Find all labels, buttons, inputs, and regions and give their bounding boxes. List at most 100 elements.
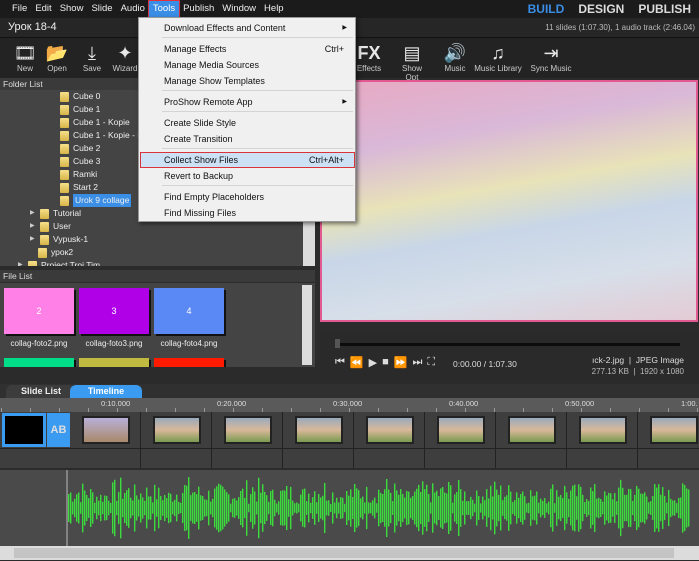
folder-item[interactable]: Cube 1 xyxy=(60,103,100,116)
menu-audio[interactable]: Audio xyxy=(117,1,149,17)
folder-item[interactable]: Cube 2 xyxy=(60,142,100,155)
slide-selected[interactable] xyxy=(2,413,46,447)
slide-thumbnail[interactable] xyxy=(508,416,556,444)
menu-item-create-slide-style[interactable]: Create Slide Style xyxy=(164,116,352,131)
file-thumbnail[interactable]: 4 xyxy=(154,288,224,334)
file-thumbnail[interactable]: 2 xyxy=(4,288,74,334)
show-opt-button[interactable]: ▤ Show Opt xyxy=(395,42,429,82)
file-thumbnail[interactable]: 3 xyxy=(79,288,149,334)
waveform-bar xyxy=(358,490,360,526)
slide-thumbnail[interactable] xyxy=(366,416,414,444)
fullscreen-icon[interactable]: ⛶ xyxy=(427,356,435,369)
waveform-bar xyxy=(164,494,166,522)
folder-item[interactable]: ▶ User xyxy=(30,220,71,233)
folder-item[interactable]: Cube 0 xyxy=(60,90,100,103)
mode-design[interactable]: DESIGN xyxy=(578,2,624,16)
music-button[interactable]: 🔊 Music xyxy=(438,42,472,73)
tab-timeline[interactable]: Timeline xyxy=(70,385,142,398)
new-button[interactable]: 🎞 New xyxy=(8,42,42,73)
waveform-bar xyxy=(274,499,276,517)
mode-build[interactable]: BUILD xyxy=(528,2,565,16)
waveform-bar xyxy=(554,503,556,513)
file-thumbnail[interactable] xyxy=(4,358,74,367)
rewind-icon[interactable]: ⏪ xyxy=(350,356,364,369)
timeline-ruler[interactable]: 0:10.000 0:20.000 0:30.000 0:40.000 0:50.000… xyxy=(0,398,699,412)
last-icon[interactable]: ⏭ xyxy=(412,356,422,369)
slide-thumbnail[interactable] xyxy=(650,416,698,444)
slide-preview[interactable] xyxy=(320,80,698,322)
waveform-bar xyxy=(566,492,568,524)
waveform-bar xyxy=(538,502,540,514)
first-icon[interactable]: ⏮ xyxy=(335,356,345,369)
expand-arrow-icon[interactable]: ▶ xyxy=(30,207,36,220)
sync-music-button[interactable]: ⇥ Sync Music xyxy=(525,42,577,73)
file-scrollbar[interactable] xyxy=(302,285,312,365)
waveform-bar xyxy=(610,493,612,523)
effects-button[interactable]: FX Effects xyxy=(352,42,386,73)
menu-item-proshow-remote-app[interactable]: ProShow Remote App ▶ xyxy=(164,95,352,110)
folder-item[interactable]: ▶ Vypusk-1 xyxy=(30,233,88,246)
wizard-button[interactable]: ✦ Wizard xyxy=(108,42,142,73)
folder-item[interactable]: Cube 1 - Kopie xyxy=(60,116,130,129)
menu-window[interactable]: Window xyxy=(218,1,260,17)
menu-item-find-empty-placeholders[interactable]: Find Empty Placeholders xyxy=(164,190,352,205)
folder-item[interactable]: Urok 9 collage xyxy=(60,194,132,207)
mode-publish[interactable]: PUBLISH xyxy=(638,2,691,16)
slide-thumbnail[interactable] xyxy=(579,416,627,444)
folder-item[interactable]: ▶ Project Troi Tim xyxy=(18,259,100,266)
folder-item[interactable]: ▶ Tutorial xyxy=(30,207,81,220)
audio-track[interactable] xyxy=(0,470,699,546)
slide-thumbnail[interactable] xyxy=(224,416,272,444)
music-library-button[interactable]: ♫ Music Library xyxy=(472,42,524,73)
save-button[interactable]: ⤓ Save xyxy=(75,42,109,73)
open-button[interactable]: 📂 Open xyxy=(40,42,74,73)
menu-item-create-transition[interactable]: Create Transition xyxy=(164,132,352,147)
seek-handle[interactable] xyxy=(335,339,340,348)
menu-item-manage-show-templates[interactable]: Manage Show Templates xyxy=(164,74,352,89)
menu-item-revert-to-backup[interactable]: Revert to Backup xyxy=(164,169,352,184)
slide-thumbnail[interactable] xyxy=(153,416,201,444)
expand-arrow-icon[interactable]: ▶ xyxy=(18,259,24,266)
menu-edit[interactable]: Edit xyxy=(31,1,55,17)
stop-icon[interactable]: ■ xyxy=(382,356,389,369)
menu-publish[interactable]: Publish xyxy=(179,1,218,17)
waveform-bar xyxy=(144,500,146,516)
expand-arrow-icon[interactable]: ▶ xyxy=(30,220,36,233)
menu-item-manage-media-sources[interactable]: Manage Media Sources xyxy=(164,58,352,73)
waveform-bar xyxy=(232,498,234,518)
expand-arrow-icon[interactable]: ▶ xyxy=(30,233,36,246)
waveform-bar xyxy=(316,502,318,514)
menu-item-find-missing-files[interactable]: Find Missing Files xyxy=(164,206,352,221)
waveform-bar xyxy=(672,500,674,516)
scroll-thumb[interactable] xyxy=(14,548,674,558)
transition-icon[interactable]: AB xyxy=(47,413,70,447)
slide-thumbnail[interactable] xyxy=(295,416,343,444)
slide-thumbnail[interactable] xyxy=(82,416,130,444)
tab-slide-list[interactable]: Slide List xyxy=(6,385,76,398)
forward-icon[interactable]: ⏩ xyxy=(394,356,408,369)
file-thumbnail[interactable] xyxy=(154,358,224,367)
menu-slide[interactable]: Slide xyxy=(87,1,116,17)
waveform-bar xyxy=(664,495,666,521)
waveform-bar xyxy=(68,494,70,522)
waveform-bar xyxy=(348,495,350,521)
menu-tools[interactable]: Tools xyxy=(147,0,181,18)
menu-help[interactable]: Help xyxy=(260,1,288,17)
play-icon[interactable]: ▶ xyxy=(369,356,377,369)
menu-item-download-effects-and-content[interactable]: Download Effects and Content ▶ xyxy=(164,21,352,36)
horizontal-scrollbar[interactable] xyxy=(0,546,699,560)
folder-item[interactable]: Cube 1 - Kopie - K xyxy=(60,129,143,142)
folder-item[interactable]: Start 2 xyxy=(60,181,98,194)
folder-item[interactable]: Cube 3 xyxy=(60,155,100,168)
seek-bar[interactable] xyxy=(335,343,680,346)
waveform-bar xyxy=(388,489,390,527)
menu-item-collect-show-files[interactable]: Collect Show Files Ctrl+Alt+ xyxy=(164,153,352,168)
menu-item-manage-effects[interactable]: Manage Effects Ctrl+ xyxy=(164,42,352,57)
file-thumbnail[interactable] xyxy=(79,358,149,367)
waveform-bar xyxy=(486,489,488,527)
menu-show[interactable]: Show xyxy=(56,1,88,17)
folder-item[interactable]: Ramki xyxy=(60,168,97,181)
slide-thumbnail[interactable] xyxy=(437,416,485,444)
menu-file[interactable]: File xyxy=(8,1,31,17)
folder-item[interactable]: урок2 xyxy=(38,246,73,259)
